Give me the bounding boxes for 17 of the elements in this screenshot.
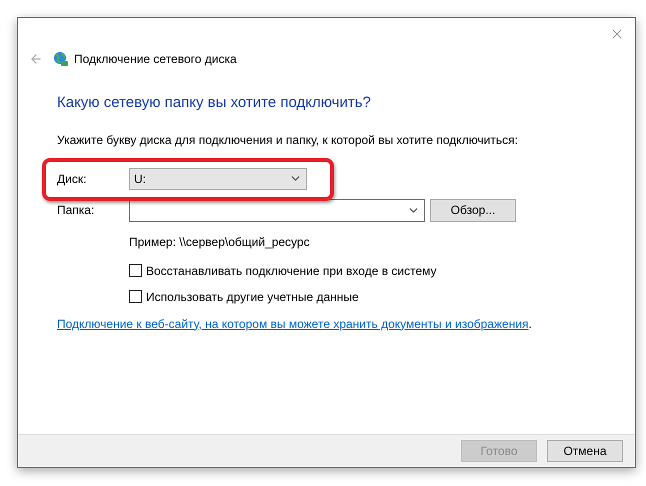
example-text: Пример: \\сервер\общий_ресурс	[129, 234, 311, 250]
dialog-button[interactable]: Отмена	[547, 440, 623, 462]
checkbox-label: Использовать другие учетные данные	[146, 288, 359, 306]
checkbox[interactable]	[129, 264, 142, 277]
instruction-text: Укажите букву диска для подключения и папку, к которой вы хотите подключиться:	[57, 132, 519, 148]
window-title: Подключение сетевого диска	[74, 51, 237, 68]
drive-dropdown[interactable]: U:	[129, 168, 307, 190]
link-sentence: Подключение к веб-сайту, на котором вы можете хранить документы и изображения.	[57, 316, 533, 332]
drive-label: Диск:	[57, 170, 88, 188]
checkbox[interactable]	[129, 290, 142, 303]
folder-combobox[interactable]	[129, 198, 425, 222]
network-drive-icon	[53, 51, 69, 67]
checkbox-label: Восстанавливать подключение при входе в систему	[146, 262, 437, 280]
website-link[interactable]: Подключение к веб-сайту, на котором вы можете хранить документы и изображения	[57, 316, 529, 330]
heading: Какую сетевую папку вы хотите подключить?	[57, 93, 372, 113]
browse-button[interactable]: Обзор...	[430, 198, 516, 222]
folder-label: Папка:	[57, 202, 96, 219]
